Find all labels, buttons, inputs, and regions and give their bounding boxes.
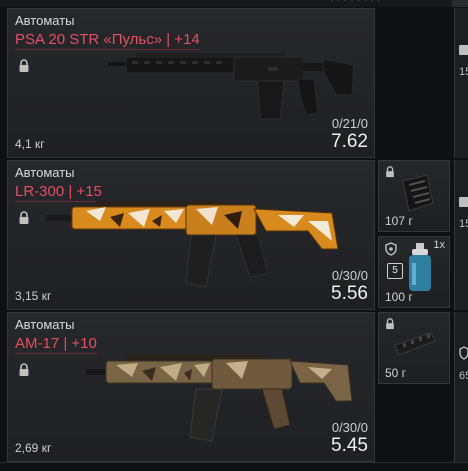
edge-card-2[interactable]: 15 [454,160,468,310]
weapon-card-am17[interactable]: Автоматы AM-17 | +10 2,69 кг 0/30/0 5.45 [7,312,375,462]
lock-icon [19,59,29,72]
edge-number: 65 [459,370,468,382]
flash-hider-icon [402,174,434,212]
slot-quantity: 1х [433,239,445,251]
edge-card-3[interactable]: 65 [454,312,468,462]
lock-icon [459,45,468,55]
edge-number: 15 [459,66,468,78]
weapon-category: Автоматы [15,317,75,332]
lr300-rifle-image [46,201,339,288]
slot-weight: 50 г [385,366,407,380]
edge-number: 15 [459,218,468,230]
weapon-weight: 2,69 кг [15,441,52,455]
attachment-slot-rail[interactable]: 50 г [378,312,450,384]
weapon-card-psa20[interactable]: Автоматы PSA 20 STR «Пульс» | +14 4,1 кг… [7,8,375,158]
lock-icon [19,211,29,224]
weapon-weight: 3,15 кг [15,289,52,303]
lock-icon [386,166,394,178]
weapon-weight: 4,1 кг [15,137,45,151]
weapon-category: Автоматы [15,13,75,28]
spray-canister-icon [409,243,431,291]
edge-card-1[interactable]: 15 [454,8,468,158]
weapon-ammo: 0/30/0 [331,268,368,283]
weapon-ammo: 0/21/0 [331,116,368,131]
shield-icon [459,346,468,360]
slot-weight: 100 г [385,290,413,304]
top-strip-text: · · · · · · · · [330,0,381,6]
weapon-ammo: 0/30/0 [331,420,368,435]
weapon-caliber: 5.45 [331,435,368,456]
top-strip-tab[interactable] [452,0,468,7]
weapon-caliber: 5.56 [331,283,368,304]
weapon-name: AM-17 | +10 [15,335,97,354]
weapon-caliber: 7.62 [331,131,368,152]
slot-weight: 107 г [385,214,413,228]
weapon-card-lr300[interactable]: Автоматы LR-300 | +15 3,15 кг 0/30/0 5.5… [7,160,375,310]
shield-icon [385,242,397,256]
psa20-rifle-image [108,53,355,120]
weapon-category: Автоматы [15,165,75,180]
am17-rifle-image [86,355,353,442]
top-strip: · · · · · · · · [0,0,468,7]
slot-badge: 5 [387,263,403,279]
lock-icon [19,363,29,376]
attachment-slot-flash-hider[interactable]: 107 г [378,160,450,232]
lock-icon [459,197,468,207]
rail-mount-icon [394,332,436,356]
item-slot-canister[interactable]: 1х 5 100 г [378,236,450,308]
